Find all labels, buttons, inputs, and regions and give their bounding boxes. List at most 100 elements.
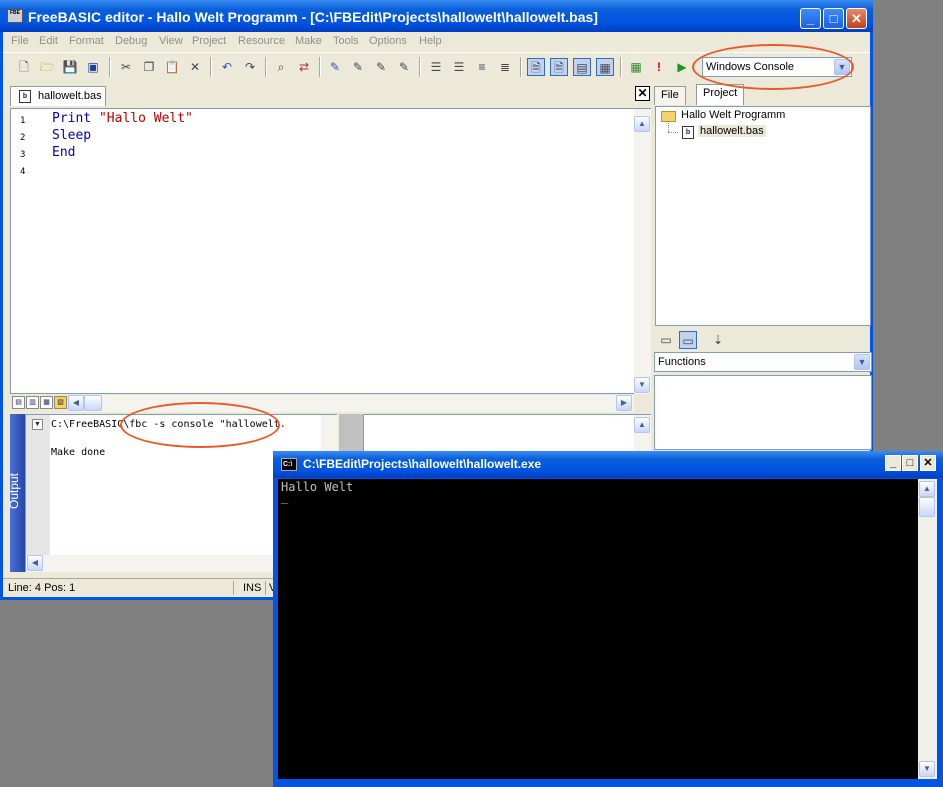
menu-format[interactable]: Format [69, 35, 104, 47]
tree-line [668, 132, 678, 133]
minimize-button[interactable]: _ [800, 8, 821, 29]
scroll-left-icon[interactable]: ◀ [27, 555, 43, 571]
scroll-up-icon[interactable]: ▲ [634, 116, 650, 132]
scroll-thumb[interactable] [84, 395, 102, 411]
console-scrollbar[interactable]: ▲ ▼ [918, 479, 937, 779]
tab-hallowelt-bas[interactable]: b hallowelt.bas [10, 86, 106, 106]
sort-list-icon[interactable]: ⇣ [709, 331, 727, 349]
find-icon[interactable]: ⌕ [272, 58, 290, 76]
code-line-1[interactable]: Print "Hallo Welt" [52, 111, 193, 126]
scroll-thumb[interactable] [919, 497, 935, 517]
immediate-scrollbar[interactable]: ▲ [634, 415, 651, 453]
menu-resource[interactable]: Resource [238, 35, 285, 47]
window-active-icon[interactable]: ▭ [679, 331, 697, 349]
menu-debug[interactable]: Debug [115, 35, 147, 47]
freebasic-app-icon: FBE [7, 9, 23, 23]
scroll-up-icon[interactable]: ▲ [919, 481, 935, 497]
compile-icon[interactable]: ▦ [627, 58, 645, 76]
comment-icon[interactable]: ≡ [473, 58, 491, 76]
close-tab-icon[interactable]: ✕ [635, 86, 650, 101]
console-title-bar[interactable]: C:\ C:\FBEdit\Projects\hallowelt\hallowe… [273, 451, 943, 478]
cut-icon[interactable]: ✂ [117, 58, 135, 76]
bookmark-toggle-icon[interactable]: ✎ [326, 58, 344, 76]
new-file-icon[interactable]: 🗋 [15, 58, 33, 76]
project-name[interactable]: Hallo Welt Programm [681, 109, 785, 121]
project-tree[interactable]: Hallo Welt Programm b hallowelt.bas [655, 106, 871, 326]
uncomment-icon[interactable]: ≣ [496, 58, 514, 76]
menu-options[interactable]: Options [369, 35, 407, 47]
functions-value: Functions [658, 356, 706, 368]
scroll-left-icon[interactable]: ◀ [68, 395, 84, 411]
scroll-down-icon[interactable]: ▼ [634, 377, 650, 393]
paste-icon[interactable]: 📋 [163, 58, 181, 76]
scroll-up-icon[interactable]: ▲ [634, 417, 650, 433]
replace-icon[interactable]: ⇄ [295, 58, 313, 76]
output-side-tab[interactable]: Output [7, 414, 25, 572]
console-minimize-button[interactable]: _ [885, 455, 901, 471]
properties-toolbar: ▭ ▭ ⇣ [655, 330, 871, 350]
output-label: Output [7, 472, 22, 510]
window-icon[interactable]: ▭ [657, 331, 675, 349]
view-project-icon[interactable]: 🗎 [550, 58, 568, 76]
project-file-item[interactable]: hallowelt.bas [698, 125, 766, 137]
view-mode-4-icon[interactable]: ▧ [54, 396, 67, 409]
copy-icon[interactable]: ❐ [140, 58, 158, 76]
tab-label: hallowelt.bas [38, 90, 102, 102]
editor-vertical-scrollbar[interactable]: ▲ ▼ [634, 109, 651, 394]
save-all-icon[interactable]: ▣ [84, 58, 102, 76]
bookmark-prev-icon[interactable]: ✎ [372, 58, 390, 76]
cursor-position: Line: 4 Pos: 1 [8, 582, 76, 594]
menu-file[interactable]: File [11, 35, 29, 47]
delete-icon[interactable]: ✕ [186, 58, 204, 76]
bookmark-next-icon[interactable]: ✎ [349, 58, 367, 76]
build-icon[interactable]: ! [650, 58, 668, 76]
title-bar[interactable]: FBE FreeBASIC editor - Hallo Welt Progra… [0, 0, 873, 32]
scroll-down-icon[interactable]: ▼ [919, 761, 935, 777]
menu-tools[interactable]: Tools [333, 35, 359, 47]
view-mode-1-icon[interactable]: ▤ [12, 396, 25, 409]
annotation-ring-command [120, 402, 280, 448]
functions-list[interactable] [654, 375, 872, 450]
menu-edit[interactable]: Edit [39, 35, 58, 47]
window-title: FreeBASIC editor - Hallo Welt Programm -… [28, 9, 598, 25]
console-maximize-button[interactable]: □ [902, 455, 918, 471]
chevron-down-icon[interactable]: ▼ [854, 354, 870, 370]
code-line-3[interactable]: End [52, 145, 75, 160]
view-output-icon[interactable]: 🗎 [527, 58, 545, 76]
redo-icon[interactable]: ↷ [241, 58, 259, 76]
immediate-pane[interactable]: ▲ [363, 414, 651, 454]
functions-select[interactable]: Functions ▼ [654, 352, 872, 372]
menu-help[interactable]: Help [419, 35, 442, 47]
toolbar-separator [419, 57, 421, 77]
code-editor[interactable]: 1 2 3 4 Print "Hallo Welt" Sleep End ▲ ▼ [10, 108, 651, 394]
code-line-2[interactable]: Sleep [52, 128, 91, 143]
tab-file[interactable]: File [654, 86, 686, 105]
run-icon[interactable]: ▶ [673, 58, 691, 76]
console-output[interactable]: Hallo Welt _ [278, 479, 918, 779]
view-tab-icon[interactable]: ▦ [596, 58, 614, 76]
insert-mode: INS [243, 582, 262, 594]
save-icon[interactable]: 💾 [61, 58, 79, 76]
close-button[interactable]: ✕ [846, 8, 867, 29]
view-properties-icon[interactable]: ▤ [573, 58, 591, 76]
toolbar-separator [620, 57, 622, 77]
view-mode-3-icon[interactable]: ▦ [40, 396, 53, 409]
console-cursor: _ [281, 490, 289, 504]
menu-make[interactable]: Make [295, 35, 322, 47]
collapse-icon[interactable]: ▼ [32, 419, 43, 430]
line-number: 3 [20, 150, 26, 160]
tree-line [668, 123, 669, 132]
scroll-right-icon[interactable]: ▶ [616, 395, 632, 411]
menu-view[interactable]: View [159, 35, 183, 47]
menu-project[interactable]: Project [192, 35, 226, 47]
maximize-button[interactable]: □ [823, 8, 844, 29]
indent-icon[interactable]: ☰ [427, 58, 445, 76]
undo-icon[interactable]: ↶ [218, 58, 236, 76]
open-folder-icon[interactable]: 🗁 [38, 58, 56, 76]
line-number: 1 [20, 116, 26, 126]
bookmark-clear-icon[interactable]: ✎ [395, 58, 413, 76]
view-mode-2-icon[interactable]: ▥ [26, 396, 39, 409]
outdent-icon[interactable]: ☰ [450, 58, 468, 76]
console-close-button[interactable]: ✕ [920, 455, 936, 471]
toolbar-separator [109, 57, 111, 77]
